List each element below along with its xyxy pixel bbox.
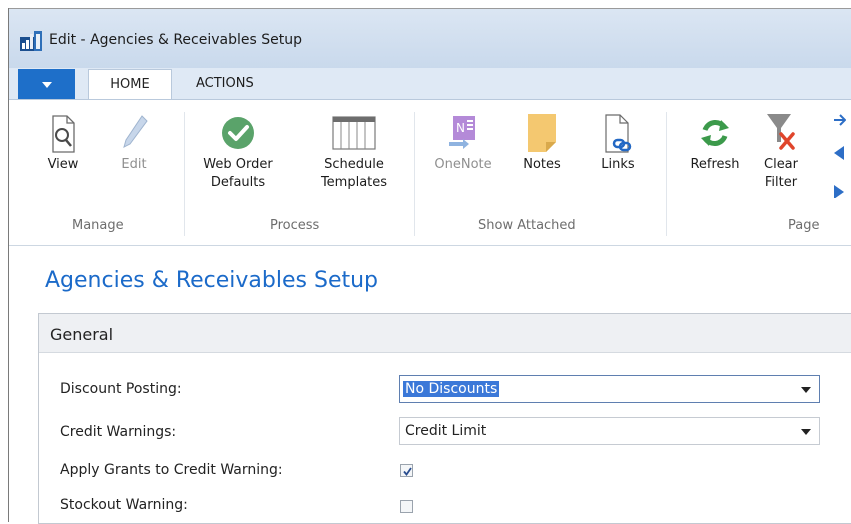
stockout-warning-checkbox[interactable] bbox=[400, 500, 413, 513]
discount-posting-label: Discount Posting: bbox=[60, 381, 182, 397]
table-columns-icon bbox=[332, 116, 376, 150]
window-title: Edit - Agencies & Receivables Setup bbox=[49, 32, 302, 48]
web-order-defaults-label-2: Defaults bbox=[210, 175, 266, 190]
group-label-page: Page bbox=[788, 218, 820, 233]
web-order-defaults-button[interactable]: Web Order Defaults bbox=[200, 112, 276, 192]
onenote-button-label: OneNote bbox=[434, 157, 492, 172]
clear-filter-button[interactable]: Clear Filter bbox=[756, 112, 806, 192]
sticky-note-icon bbox=[528, 114, 556, 152]
checkmark-icon bbox=[403, 467, 412, 476]
application-menu-button[interactable] bbox=[18, 69, 75, 99]
svg-text:N: N bbox=[456, 121, 465, 135]
ribbon-separator bbox=[666, 112, 667, 236]
notes-button[interactable]: Notes bbox=[514, 112, 570, 174]
tab-home[interactable]: HOME bbox=[88, 69, 172, 100]
refresh-button[interactable]: Refresh bbox=[681, 112, 749, 174]
schedule-templates-label-1: Schedule bbox=[324, 157, 384, 172]
fasttab-header[interactable] bbox=[39, 314, 851, 353]
clear-filter-label-2: Filter bbox=[764, 175, 798, 190]
schedule-templates-label-2: Templates bbox=[320, 175, 388, 190]
apply-grants-label: Apply Grants to Credit Warning: bbox=[60, 462, 283, 478]
ribbon-separator bbox=[184, 112, 185, 236]
chevron-down-icon[interactable] bbox=[801, 429, 811, 435]
credit-warnings-dropdown[interactable]: Credit Limit bbox=[399, 417, 820, 445]
stockout-warning-label: Stockout Warning: bbox=[60, 497, 188, 513]
pencil-icon bbox=[123, 115, 148, 148]
navigation-arrows-icon[interactable] bbox=[826, 108, 847, 199]
credit-warnings-label: Credit Warnings: bbox=[60, 424, 177, 440]
links-button[interactable]: Links bbox=[596, 112, 640, 174]
onenote-button[interactable]: N OneNote bbox=[430, 112, 496, 174]
triangle-down-icon bbox=[41, 81, 52, 88]
edit-button-label: Edit bbox=[121, 157, 147, 172]
group-label-process: Process bbox=[270, 218, 320, 233]
onenote-icon: N bbox=[449, 116, 475, 149]
links-button-label: Links bbox=[601, 157, 635, 172]
window-top-border bbox=[8, 8, 851, 9]
clear-filter-label-1: Clear bbox=[764, 157, 798, 172]
refresh-button-label: Refresh bbox=[690, 157, 740, 172]
view-button-label: View bbox=[47, 157, 79, 172]
page-title: Agencies & Receivables Setup bbox=[45, 268, 379, 293]
clear-filter-icon bbox=[767, 114, 795, 150]
checkmark-circle-icon bbox=[222, 117, 254, 149]
discount-posting-value: No Discounts bbox=[403, 381, 500, 397]
link-document-icon bbox=[605, 114, 632, 153]
view-document-icon bbox=[52, 115, 75, 153]
fasttab-title[interactable]: General bbox=[50, 325, 113, 344]
group-label-manage: Manage bbox=[72, 218, 124, 233]
credit-warnings-value: Credit Limit bbox=[405, 423, 487, 439]
apply-grants-checkbox[interactable] bbox=[400, 464, 413, 477]
notes-button-label: Notes bbox=[523, 157, 561, 172]
ribbon-separator bbox=[414, 112, 415, 236]
record-navigation bbox=[826, 108, 847, 202]
tab-actions[interactable]: ACTIONS bbox=[196, 69, 254, 99]
view-button[interactable]: View bbox=[44, 112, 82, 174]
application-window: Edit - Agencies & Receivables Setup HOME… bbox=[0, 0, 851, 524]
discount-posting-dropdown[interactable]: No Discounts bbox=[399, 375, 820, 403]
web-order-defaults-label-1: Web Order bbox=[203, 157, 273, 172]
edit-button[interactable]: Edit bbox=[116, 112, 152, 174]
schedule-templates-button[interactable]: Schedule Templates bbox=[309, 112, 399, 192]
refresh-icon bbox=[701, 120, 729, 146]
group-label-show-attached: Show Attached bbox=[478, 218, 576, 233]
dynamics-app-icon bbox=[20, 31, 42, 51]
chevron-down-icon[interactable] bbox=[801, 387, 811, 393]
